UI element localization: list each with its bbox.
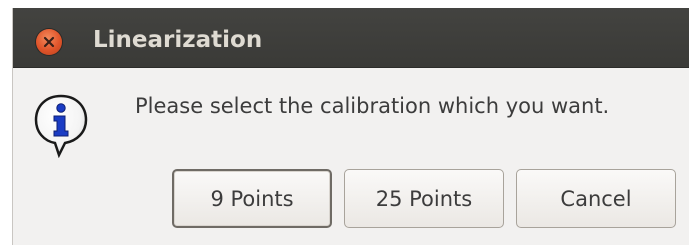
info-icon xyxy=(34,94,88,158)
nine-points-button[interactable]: 9 Points xyxy=(172,169,332,228)
twenty-five-points-button[interactable]: 25 Points xyxy=(344,169,504,228)
title-bar[interactable]: Linearization xyxy=(13,8,689,68)
linearization-dialog: Linearization Please select the calibrat… xyxy=(12,8,689,245)
cancel-button[interactable]: Cancel xyxy=(516,169,676,228)
close-button[interactable] xyxy=(36,29,62,55)
message-text: Please select the calibration which you … xyxy=(135,94,610,118)
window-title: Linearization xyxy=(93,27,263,53)
close-icon xyxy=(43,36,55,48)
